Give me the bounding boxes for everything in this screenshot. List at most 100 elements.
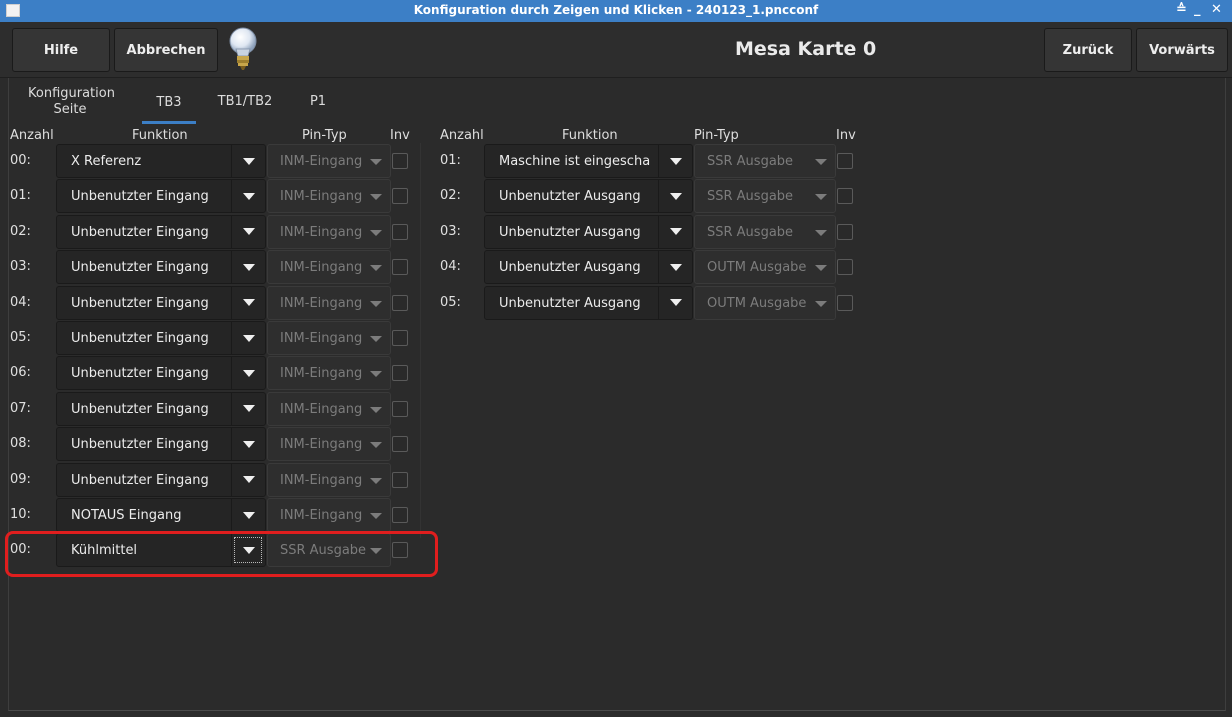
funktion-combobox[interactable]: Unbenutzter Ausgang	[484, 250, 693, 285]
funktion-combobox[interactable]: Unbenutzter Eingang	[56, 179, 266, 214]
tab-label: TB3	[156, 95, 182, 110]
chevron-down-icon	[370, 477, 382, 484]
dropdown-arrow-icon[interactable]	[231, 180, 265, 213]
pintyp-value: INM-Eingang	[280, 189, 363, 205]
back-button[interactable]: Zurück	[1044, 28, 1132, 72]
dropdown-arrow-icon[interactable]	[231, 215, 265, 248]
funktion-value: Unbenutzter Ausgang	[499, 260, 641, 276]
invert-checkbox[interactable]	[392, 223, 408, 240]
help-button[interactable]: Hilfe	[12, 28, 110, 72]
funktion-combobox[interactable]: X Referenz	[56, 144, 266, 178]
dropdown-arrow-icon[interactable]	[231, 392, 265, 425]
pintyp-combobox: INM-Eingang	[267, 321, 391, 355]
invert-checkbox[interactable]	[392, 294, 408, 311]
tab-tb1-tb2[interactable]: TB1/TB2	[210, 80, 280, 122]
funktion-value: Unbenutzter Eingang	[71, 331, 209, 346]
highlight-annotation	[5, 531, 438, 577]
dropdown-arrow-icon[interactable]	[658, 251, 692, 284]
invert-checkbox[interactable]	[837, 188, 853, 205]
invert-checkbox[interactable]	[392, 400, 408, 417]
left-col-inv: Inv	[390, 128, 410, 143]
invert-checkbox[interactable]	[392, 365, 408, 382]
funktion-combobox[interactable]: Maschine ist eingescha	[484, 144, 693, 178]
pintyp-combobox: INM-Eingang	[267, 498, 391, 532]
left-col-pintyp: Pin-Typ	[302, 128, 347, 143]
tab-tb3[interactable]: TB3	[142, 80, 196, 124]
pintyp-value: INM-Eingang	[280, 260, 363, 276]
pintyp-value: OUTM Ausgabe	[707, 260, 807, 276]
invert-checkbox[interactable]	[837, 294, 853, 311]
funktion-combobox[interactable]: Unbenutzter Eingang	[56, 321, 266, 355]
close-icon[interactable]: ✕	[1211, 2, 1222, 17]
forward-button[interactable]: Vorwärts	[1136, 28, 1228, 72]
funktion-combobox[interactable]: Unbenutzter Eingang	[56, 214, 266, 249]
funktion-combobox[interactable]: Unbenutzter Ausgang	[484, 179, 693, 214]
chevron-down-icon	[242, 511, 255, 519]
pin-number: 03:	[440, 223, 461, 239]
invert-checkbox[interactable]	[392, 330, 408, 346]
invert-checkbox[interactable]	[837, 153, 853, 169]
funktion-combobox[interactable]: Unbenutzter Ausgang	[484, 285, 693, 320]
dropdown-arrow-icon[interactable]	[658, 145, 692, 177]
pin-number: 04:	[10, 294, 31, 310]
invert-checkbox[interactable]	[392, 153, 408, 169]
chevron-down-icon	[669, 192, 682, 200]
pin-number: 01:	[10, 188, 31, 204]
pintyp-value: INM-Eingang	[280, 508, 363, 523]
dropdown-arrow-icon[interactable]	[231, 428, 265, 461]
funktion-value: NOTAUS Eingang	[71, 508, 182, 523]
right-col-funktion: Funktion	[562, 128, 618, 143]
dropdown-arrow-icon[interactable]	[231, 286, 265, 319]
chevron-down-icon	[370, 336, 382, 342]
funktion-combobox[interactable]: NOTAUS Eingang	[56, 498, 266, 532]
pintyp-combobox: INM-Eingang	[267, 285, 391, 320]
invert-checkbox[interactable]	[837, 223, 853, 240]
dropdown-arrow-icon[interactable]	[231, 463, 265, 496]
invert-checkbox[interactable]	[392, 259, 408, 276]
invert-checkbox[interactable]	[837, 259, 853, 276]
chevron-down-icon	[815, 159, 827, 165]
chevron-down-icon	[815, 229, 827, 236]
funktion-combobox[interactable]: Unbenutzter Eingang	[56, 391, 266, 426]
minimize-icon[interactable]: _	[1194, 2, 1201, 17]
chevron-down-icon	[370, 229, 382, 236]
dropdown-arrow-icon[interactable]	[231, 322, 265, 354]
pintyp-value: INM-Eingang	[280, 331, 363, 346]
funktion-combobox[interactable]: Unbenutzter Eingang	[56, 462, 266, 497]
funktion-combobox[interactable]: Unbenutzter Ausgang	[484, 214, 693, 249]
pintyp-value: SSR Ausgabe	[707, 154, 794, 169]
cancel-button[interactable]: Abbrechen	[114, 28, 218, 72]
funktion-combobox[interactable]: Unbenutzter Eingang	[56, 285, 266, 320]
invert-checkbox[interactable]	[392, 471, 408, 488]
dropdown-arrow-icon[interactable]	[231, 251, 265, 284]
dropdown-arrow-icon[interactable]	[658, 286, 692, 319]
right-col-pintyp: Pin-Typ	[694, 128, 739, 143]
pintyp-combobox: INM-Eingang	[267, 462, 391, 497]
tab-konfiguration-seite[interactable]: Konfiguration Seite	[28, 86, 115, 128]
funktion-value: Unbenutzter Ausgang	[499, 224, 641, 240]
window-titlebar: Konfiguration durch Zeigen und Klicken -…	[0, 0, 1232, 22]
dropdown-arrow-icon[interactable]	[658, 215, 692, 248]
funktion-combobox[interactable]: Unbenutzter Eingang	[56, 250, 266, 285]
dropdown-arrow-icon[interactable]	[231, 499, 265, 531]
invert-checkbox[interactable]	[392, 507, 408, 523]
funktion-combobox[interactable]: Unbenutzter Eingang	[56, 356, 266, 391]
pintyp-combobox: INM-Eingang	[267, 391, 391, 426]
invert-checkbox[interactable]	[392, 188, 408, 205]
tab-p1[interactable]: P1	[298, 80, 338, 122]
chevron-down-icon	[815, 194, 827, 201]
dropdown-arrow-icon[interactable]	[231, 357, 265, 390]
dropdown-arrow-icon[interactable]	[658, 180, 692, 213]
dropdown-arrow-icon[interactable]	[231, 145, 265, 177]
lightbulb-icon[interactable]	[226, 25, 260, 73]
pin-number: 08:	[10, 436, 31, 452]
funktion-combobox[interactable]: Unbenutzter Eingang	[56, 427, 266, 462]
maximize-icon[interactable]: ≙	[1176, 2, 1187, 17]
funktion-value: Unbenutzter Eingang	[71, 260, 209, 276]
pintyp-value: INM-Eingang	[280, 472, 363, 488]
pintyp-combobox: INM-Eingang	[267, 250, 391, 285]
pintyp-combobox: SSR Ausgabe	[694, 214, 836, 249]
invert-checkbox[interactable]	[392, 436, 408, 453]
chevron-down-icon	[370, 159, 382, 165]
funktion-value: Unbenutzter Eingang	[71, 189, 209, 205]
